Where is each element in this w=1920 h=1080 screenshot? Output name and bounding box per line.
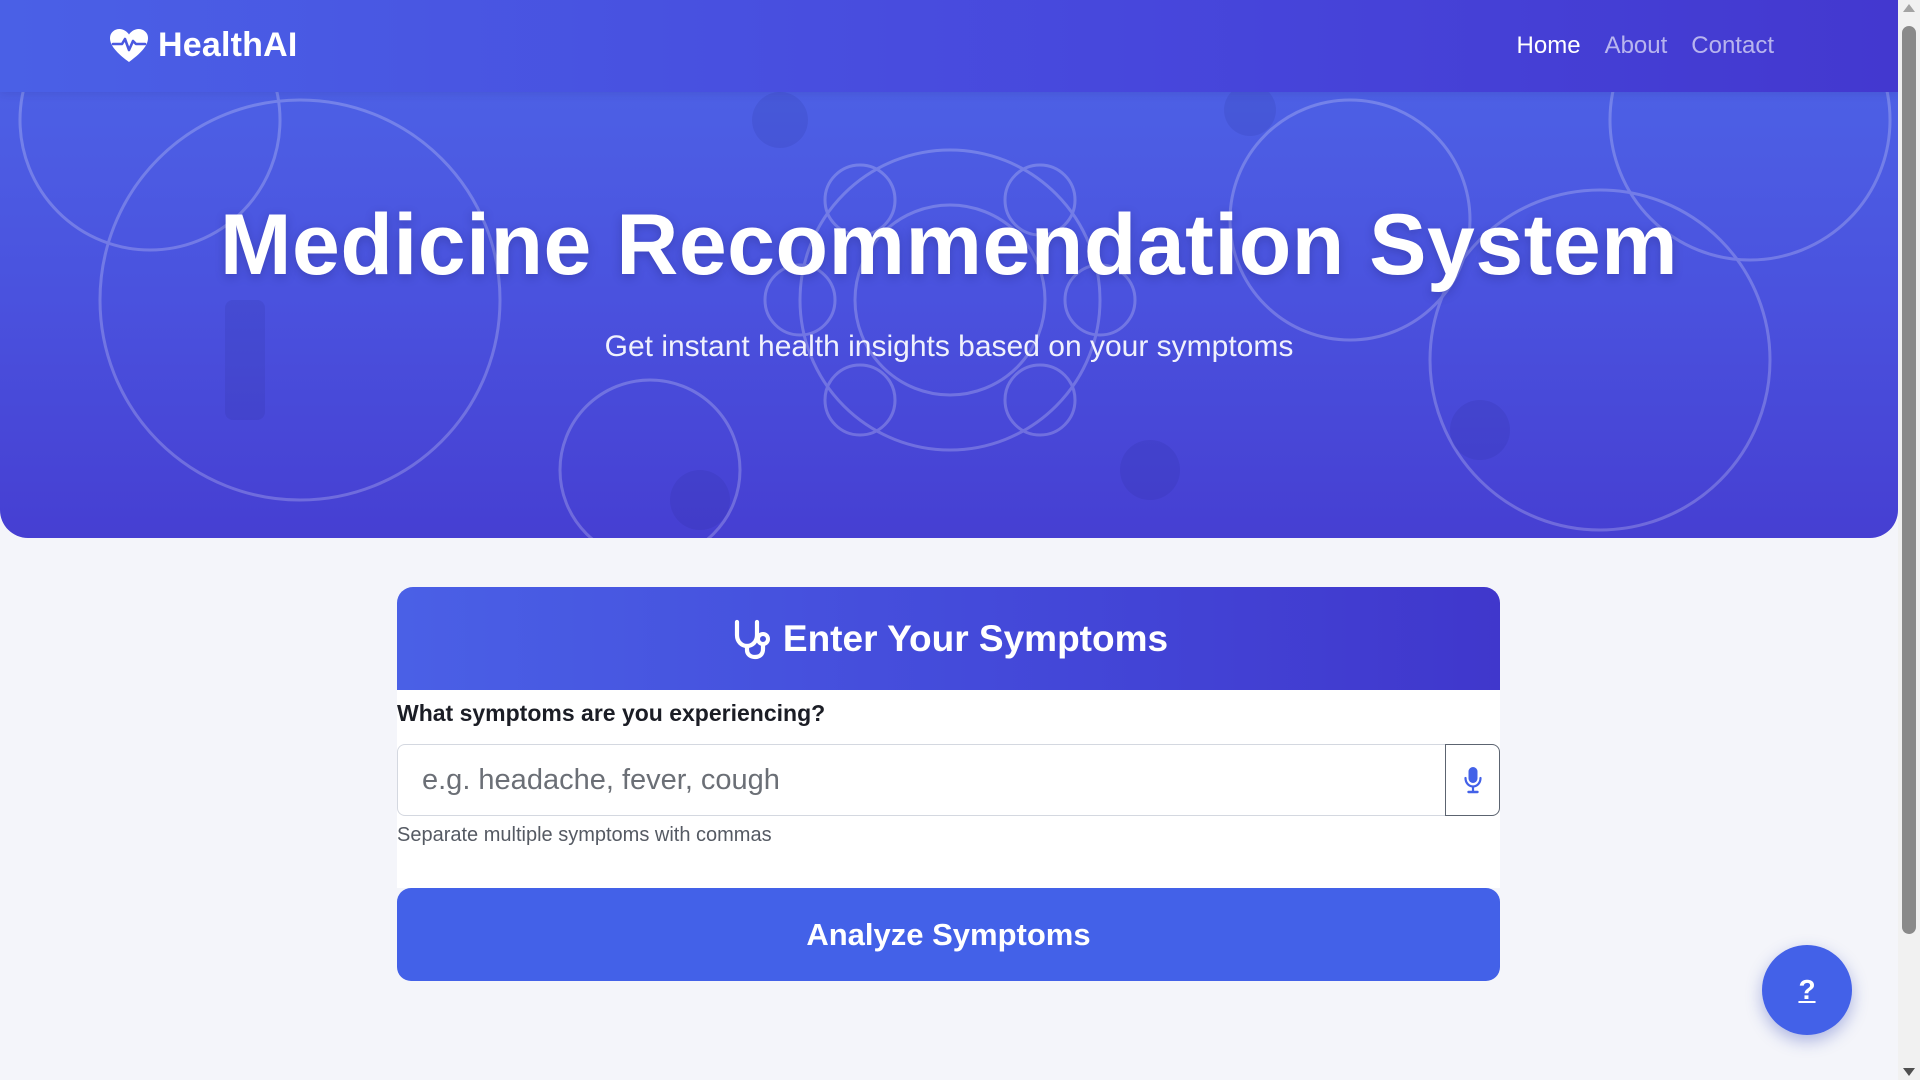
symptoms-help-text: Separate multiple symptoms with commas xyxy=(397,824,772,846)
symptoms-input[interactable] xyxy=(397,744,1445,816)
nav-about-link[interactable]: About xyxy=(1605,32,1668,60)
nav-contact-link[interactable]: Contact xyxy=(1691,32,1774,60)
brand-logo[interactable]: HealthAI xyxy=(110,26,298,65)
card-title: Enter Your Symptoms xyxy=(782,617,1169,659)
page: Medicine Recommendation System Get insta… xyxy=(0,0,1898,1080)
nav-home-link[interactable]: Home xyxy=(1517,32,1581,60)
card-body: What symptoms are you experiencing? Sepa… xyxy=(397,690,1500,888)
page-scrollbar[interactable] xyxy=(1898,0,1920,1080)
help-button[interactable]: ? xyxy=(1762,945,1852,1035)
symptom-form-card: Enter Your Symptoms What symptoms are yo… xyxy=(397,587,1500,981)
microphone-icon xyxy=(1463,767,1482,794)
symptoms-input-group xyxy=(397,744,1500,816)
navbar: HealthAI Home About Contact xyxy=(0,0,1898,92)
brand-name: HealthAI xyxy=(158,26,298,64)
heart-pulse-icon xyxy=(110,28,148,62)
hero-subtitle: Get instant health insights based on you… xyxy=(604,330,1294,363)
symptoms-label: What symptoms are you experiencing? xyxy=(397,700,826,726)
nav-links: Home About Contact xyxy=(1517,32,1774,60)
stethoscope-icon xyxy=(734,619,770,659)
scrollbar-thumb[interactable] xyxy=(1902,26,1916,934)
voice-input-button[interactable] xyxy=(1445,744,1500,816)
analyze-symptoms-button[interactable]: Analyze Symptoms xyxy=(397,888,1500,981)
card-header: Enter Your Symptoms xyxy=(397,587,1500,690)
scroll-down-arrow-icon[interactable] xyxy=(1903,1068,1915,1076)
help-button-label: ? xyxy=(1798,974,1816,1005)
scroll-up-arrow-icon[interactable] xyxy=(1903,4,1915,12)
hero-title: Medicine Recommendation System xyxy=(219,197,1679,293)
